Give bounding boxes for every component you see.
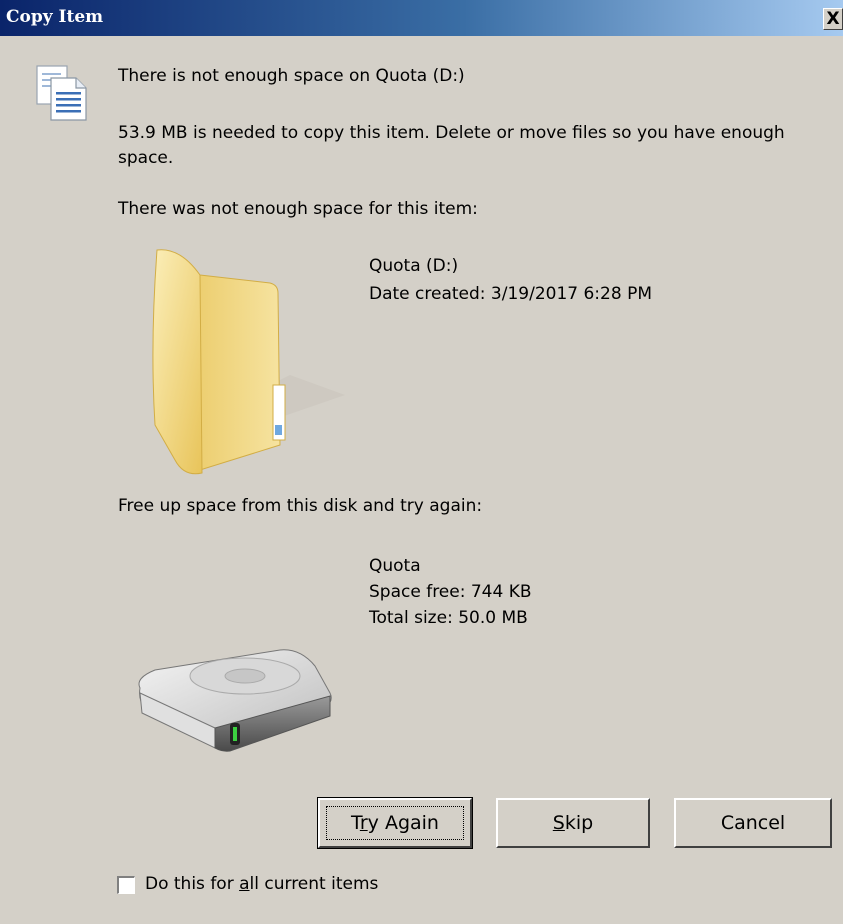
item-name: Quota (D:) <box>369 256 459 276</box>
cancel-label: Cancel <box>720 812 786 834</box>
hard-drive-icon <box>138 649 332 752</box>
skip-button[interactable]: Skip <box>496 798 650 848</box>
message-heading: There is not enough space on Quota (D:) <box>118 66 465 86</box>
folder-icon <box>152 249 345 475</box>
item-section-label: There was not enough space for this item… <box>118 199 478 219</box>
do-this-for-all-checkbox[interactable] <box>117 876 135 894</box>
disk-space-free: Space free: 744 KB <box>369 582 532 602</box>
do-this-for-all-label[interactable]: Do this for all current items <box>145 872 378 897</box>
cancel-button[interactable]: Cancel <box>674 798 832 848</box>
close-button[interactable]: X <box>823 8 843 30</box>
close-icon: X <box>826 9 840 29</box>
disk-section-label: Free up space from this disk and try aga… <box>118 496 483 516</box>
disk-total-size: Total size: 50.0 MB <box>369 608 528 628</box>
try-again-label: Try Again <box>351 812 439 834</box>
copy-document-icon <box>36 65 87 121</box>
item-date-created: Date created: 3/19/2017 6:28 PM <box>369 284 652 304</box>
title-bar: Copy Item X <box>0 0 843 36</box>
window-title: Copy Item <box>6 7 104 27</box>
try-again-button[interactable]: Try Again <box>317 797 473 849</box>
skip-label: Skip <box>552 812 594 834</box>
message-detail: 53.9 MB is needed to copy this item. Del… <box>118 123 785 168</box>
disk-name: Quota <box>369 556 421 576</box>
